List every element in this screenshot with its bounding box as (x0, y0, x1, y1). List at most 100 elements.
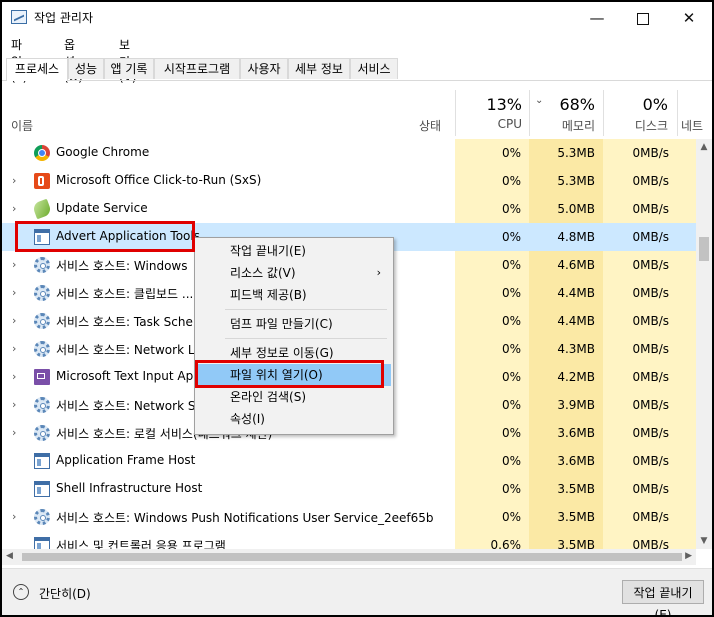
expand-chevron-icon[interactable]: › (12, 398, 22, 411)
expand-chevron-icon (12, 146, 22, 158)
disk-cell: 0MB/s (603, 475, 677, 503)
expand-chevron-icon (12, 538, 22, 549)
network-cell (677, 195, 696, 223)
column-header: 이름 상태 13% CPU ⌄ 68% 메모리 0% 디스크 네트 (2, 90, 712, 136)
office-icon (34, 173, 50, 189)
disk-cell: 0MB/s (603, 139, 677, 167)
vertical-scrollbar[interactable]: ▲ ▼ (696, 139, 712, 549)
scroll-up-arrow-icon[interactable]: ▲ (696, 139, 712, 155)
ctx-properties[interactable]: 속성(I) (197, 408, 391, 430)
context-menu: 작업 끝내기(E) 리소스 값(V) › 피드백 제공(B) 덤프 파일 만들기(… (194, 237, 394, 435)
memory-cell: 3.5MB (529, 503, 603, 531)
expand-chevron-icon[interactable]: › (12, 314, 22, 327)
network-cell (677, 503, 696, 531)
memory-cell: 5.3MB (529, 167, 603, 195)
cpu-percent[interactable]: 13% (452, 95, 522, 114)
fewer-details-link[interactable]: 간단히(D) (39, 585, 91, 602)
disk-cell: 0MB/s (603, 251, 677, 279)
app-window-icon (34, 453, 50, 469)
table-row[interactable]: › Update Service 0% 5.0MB 0MB/s (2, 195, 696, 223)
app-window-icon (34, 481, 50, 497)
tab-users[interactable]: 사용자 (240, 58, 288, 79)
table-row[interactable]: 서비스 및 컨트롤러 응용 프로그램 0.6% 3.5MB 0MB/s (2, 531, 696, 549)
cpu-cell: 0% (455, 335, 529, 363)
disk-cell: 0MB/s (603, 363, 677, 391)
memory-cell: 4.8MB (529, 223, 603, 251)
network-cell (677, 307, 696, 335)
memory-cell: 3.5MB (529, 531, 603, 549)
disk-cell: 0MB/s (603, 419, 677, 447)
disk-cell: 0MB/s (603, 223, 677, 251)
table-row[interactable]: Shell Infrastructure Host 0% 3.5MB 0MB/s (2, 475, 696, 503)
tab-processes[interactable]: 프로세스 (6, 58, 68, 81)
network-cell (677, 363, 696, 391)
tab-services[interactable]: 서비스 (350, 58, 398, 79)
network-cell (677, 419, 696, 447)
table-row[interactable]: Google Chrome 0% 5.3MB 0MB/s (2, 139, 696, 167)
scroll-down-arrow-icon[interactable]: ▼ (696, 533, 712, 549)
column-memory[interactable]: 메모리 (525, 117, 595, 134)
ctx-search-online[interactable]: 온라인 검색(S) (197, 386, 391, 408)
process-name: 서비스 호스트: Windows Push Notifications User… (56, 511, 434, 525)
horizontal-scrollbar[interactable]: ◀ ▶ (2, 549, 696, 565)
expand-chevron-icon[interactable]: › (12, 286, 22, 299)
maximize-button[interactable] (620, 2, 666, 34)
expand-chevron-icon[interactable]: › (12, 174, 22, 187)
memory-percent[interactable]: 68% (525, 95, 595, 114)
text-input-icon (34, 369, 50, 385)
cpu-cell: 0% (455, 279, 529, 307)
column-disk[interactable]: 디스크 (598, 117, 668, 134)
ctx-end-task[interactable]: 작업 끝내기(E) (197, 240, 391, 262)
table-row[interactable]: › Microsoft Office Click-to-Run (SxS) 0% 5.… (2, 167, 696, 195)
network-cell (677, 223, 696, 251)
memory-cell: 4.4MB (529, 307, 603, 335)
tab-performance[interactable]: 성능 (68, 58, 104, 79)
cpu-cell: 0.6% (455, 531, 529, 549)
expand-chevron-icon (12, 454, 22, 466)
disk-cell: 0MB/s (603, 167, 677, 195)
disk-cell: 0MB/s (603, 307, 677, 335)
submenu-chevron-right-icon: › (376, 266, 381, 279)
scroll-thumb[interactable] (699, 237, 709, 261)
gear-icon (34, 285, 50, 301)
column-network[interactable]: 네트 (681, 117, 712, 134)
table-row[interactable]: › 서비스 호스트: Windows Push Notifications Use… (2, 503, 696, 531)
ctx-provide-feedback[interactable]: 피드백 제공(B) (197, 284, 391, 306)
expand-chevron-icon[interactable]: › (12, 258, 22, 271)
tab-details[interactable]: 세부 정보 (288, 58, 350, 79)
chevron-up-icon[interactable]: ⌃ (13, 584, 29, 600)
expand-chevron-icon[interactable]: › (12, 202, 22, 215)
network-cell (677, 251, 696, 279)
process-name: 서비스 및 컨트롤러 응용 프로그램 (56, 539, 226, 549)
expand-chevron-icon[interactable]: › (12, 370, 22, 383)
end-task-button[interactable]: 작업 끝내기(E) (622, 580, 704, 615)
network-cell (677, 167, 696, 195)
disk-percent[interactable]: 0% (598, 95, 668, 114)
expand-chevron-icon[interactable]: › (12, 510, 22, 523)
window-title: 작업 관리자 (34, 11, 94, 25)
column-cpu[interactable]: CPU (452, 117, 522, 131)
horizontal-scroll-thumb[interactable] (22, 553, 682, 561)
process-name: Google Chrome (56, 145, 150, 159)
column-status[interactable]: 상태 (419, 117, 441, 134)
ctx-resource-values[interactable]: 리소스 값(V) › (197, 262, 391, 284)
cpu-cell: 0% (455, 419, 529, 447)
column-name[interactable]: 이름 (11, 117, 33, 134)
memory-cell: 4.2MB (529, 363, 603, 391)
table-row[interactable]: Application Frame Host 0% 3.6MB 0MB/s (2, 447, 696, 475)
ctx-create-dump-file[interactable]: 덤프 파일 만들기(C) (197, 313, 391, 335)
scroll-left-arrow-icon[interactable]: ◀ (6, 551, 13, 561)
disk-cell: 0MB/s (603, 447, 677, 475)
disk-cell: 0MB/s (603, 195, 677, 223)
cpu-cell: 0% (455, 363, 529, 391)
memory-cell: 3.5MB (529, 475, 603, 503)
network-cell (677, 447, 696, 475)
scroll-right-arrow-icon[interactable]: ▶ (685, 551, 692, 561)
close-button[interactable]: ✕ (666, 2, 712, 34)
tab-app-history[interactable]: 앱 기록 (104, 58, 154, 79)
expand-chevron-icon[interactable]: › (12, 426, 22, 439)
minimize-button[interactable]: — (574, 2, 620, 34)
tab-startup[interactable]: 시작프로그램 (154, 58, 240, 79)
disk-cell: 0MB/s (603, 391, 677, 419)
expand-chevron-icon[interactable]: › (12, 342, 22, 355)
